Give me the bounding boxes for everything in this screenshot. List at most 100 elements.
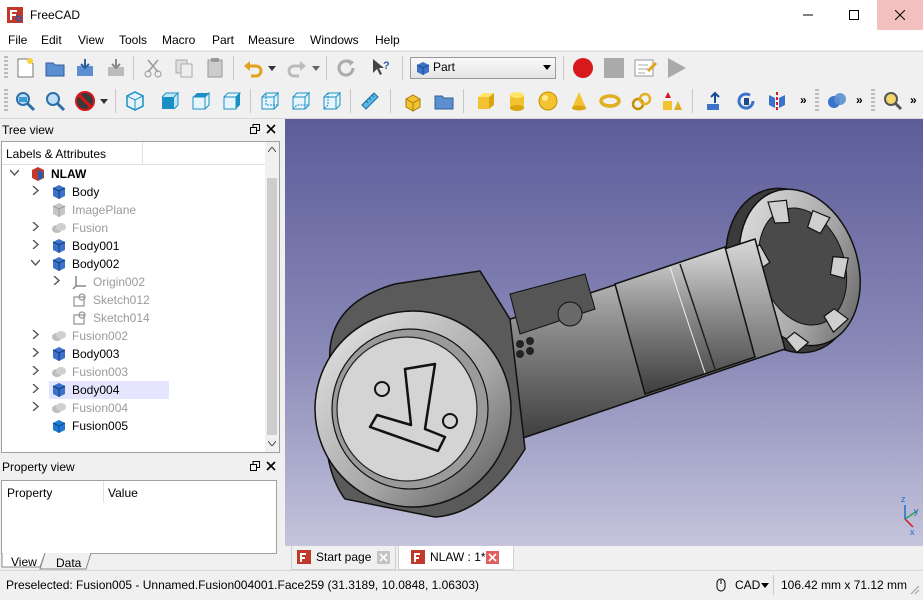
measure-distance-button[interactable] [357,88,383,114]
tree-item[interactable]: ImagePlane [2,201,265,219]
edit-macro-button[interactable] [632,55,658,81]
tree-item[interactable]: NLAW [2,165,265,183]
expand-closed-icon[interactable] [31,365,40,378]
draw-style-button[interactable] [72,88,98,114]
close-panel-icon[interactable] [266,461,276,471]
3d-viewport[interactable]: x y z [285,119,923,546]
tree-item[interactable]: Origin002 [2,273,265,291]
undock-icon[interactable] [250,461,260,471]
tree-scrollbar[interactable] [265,142,279,452]
extrude-button[interactable] [702,88,728,114]
view-rear-button[interactable] [257,88,283,114]
menu-measure[interactable]: Measure [248,33,295,47]
tab-start-page[interactable]: Start page [291,546,396,570]
cut-button[interactable] [140,55,166,81]
fit-selection-button[interactable] [42,88,68,114]
tree-item[interactable]: Body002 [2,255,265,273]
tree-item[interactable]: Body004 [2,381,265,399]
fit-all-button[interactable] [12,88,38,114]
tab-nlaw-document[interactable]: NLAW : 1* [398,546,514,570]
refresh-button[interactable] [333,55,359,81]
expand-closed-icon[interactable] [52,275,61,288]
toolbar-overflow-chevron[interactable]: » [800,93,807,107]
tree-item[interactable]: Fusion002 [2,327,265,345]
copy-button[interactable] [171,55,197,81]
navigation-style[interactable]: CAD [735,578,760,592]
view-left-button[interactable] [319,88,345,114]
stop-macro-button[interactable] [601,55,627,81]
record-macro-button[interactable] [570,55,596,81]
scroll-up-icon[interactable] [268,147,276,152]
menu-tools[interactable]: Tools [119,33,147,47]
view-top-button[interactable] [188,88,214,114]
measure-button[interactable] [879,88,905,114]
resize-grip-icon[interactable] [910,585,920,595]
sphere-button[interactable] [535,88,561,114]
tree-item[interactable]: Fusion004 [2,399,265,417]
create-group-button[interactable] [431,88,457,114]
expand-open-icon[interactable] [30,258,41,270]
redo-dropdown[interactable] [310,55,322,81]
chevron-down-icon[interactable] [761,583,769,588]
close-tab-icon[interactable] [486,551,499,564]
tree-item[interactable]: Sketch014 [2,309,265,327]
expand-open-icon[interactable] [9,168,20,180]
menu-edit[interactable]: Edit [41,33,62,47]
create-part-button[interactable] [400,88,426,114]
expand-closed-icon[interactable] [31,239,40,252]
close-tab-icon[interactable] [377,551,390,564]
tree-item[interactable]: Fusion003 [2,363,265,381]
tree-item[interactable]: Body003 [2,345,265,363]
property-table[interactable]: Property Value [1,480,277,554]
tree-column-header[interactable]: Labels & Attributes [2,142,265,165]
boolean-button[interactable] [824,88,850,114]
tab-view[interactable]: View [11,555,37,569]
menu-help[interactable]: Help [375,33,400,47]
tree-item[interactable]: Fusion005 [2,417,265,435]
scroll-down-icon[interactable] [268,441,276,446]
undock-icon[interactable] [250,124,260,134]
primitives-button[interactable] [659,88,685,114]
revolve-button[interactable] [733,88,759,114]
paste-button[interactable] [202,55,228,81]
minimize-button[interactable] [785,0,831,30]
cone-button[interactable] [566,88,592,114]
expand-closed-icon[interactable] [31,329,40,342]
cylinder-button[interactable] [504,88,530,114]
new-document-button[interactable] [12,55,38,81]
expand-closed-icon[interactable] [31,347,40,360]
expand-closed-icon[interactable] [31,401,40,414]
expand-closed-icon[interactable] [31,185,40,198]
execute-macro-button[interactable] [663,55,689,81]
save-as-button[interactable] [103,55,129,81]
close-panel-icon[interactable] [266,124,276,134]
workbench-selector[interactable]: Part [410,57,556,79]
tree-item[interactable]: Body001 [2,237,265,255]
menu-view[interactable]: View [78,33,104,47]
view-right-button[interactable] [219,88,245,114]
view-bottom-button[interactable] [288,88,314,114]
undo-button[interactable] [240,55,266,81]
maximize-button[interactable] [831,0,877,30]
menu-file[interactable]: File [8,33,27,47]
tube-button[interactable] [628,88,654,114]
redo-button[interactable] [284,55,310,81]
cube-button[interactable] [473,88,499,114]
expand-closed-icon[interactable] [31,221,40,234]
menu-macro[interactable]: Macro [162,33,195,47]
tree-item[interactable]: Sketch012 [2,291,265,309]
tree-item[interactable]: Body [2,183,265,201]
menu-part[interactable]: Part [212,33,234,47]
open-button[interactable] [42,55,68,81]
view-front-button[interactable] [157,88,183,114]
mirror-button[interactable] [764,88,790,114]
toolbar-overflow-chevron[interactable]: » [910,93,917,107]
save-button[interactable] [72,55,98,81]
tree-item[interactable]: Fusion [2,219,265,237]
draw-style-dropdown[interactable] [98,88,110,114]
scrollbar-thumb[interactable] [267,178,277,435]
undo-dropdown[interactable] [266,55,278,81]
whats-this-button[interactable]: ? [368,55,394,81]
close-button[interactable] [877,0,923,30]
torus-button[interactable] [597,88,623,114]
